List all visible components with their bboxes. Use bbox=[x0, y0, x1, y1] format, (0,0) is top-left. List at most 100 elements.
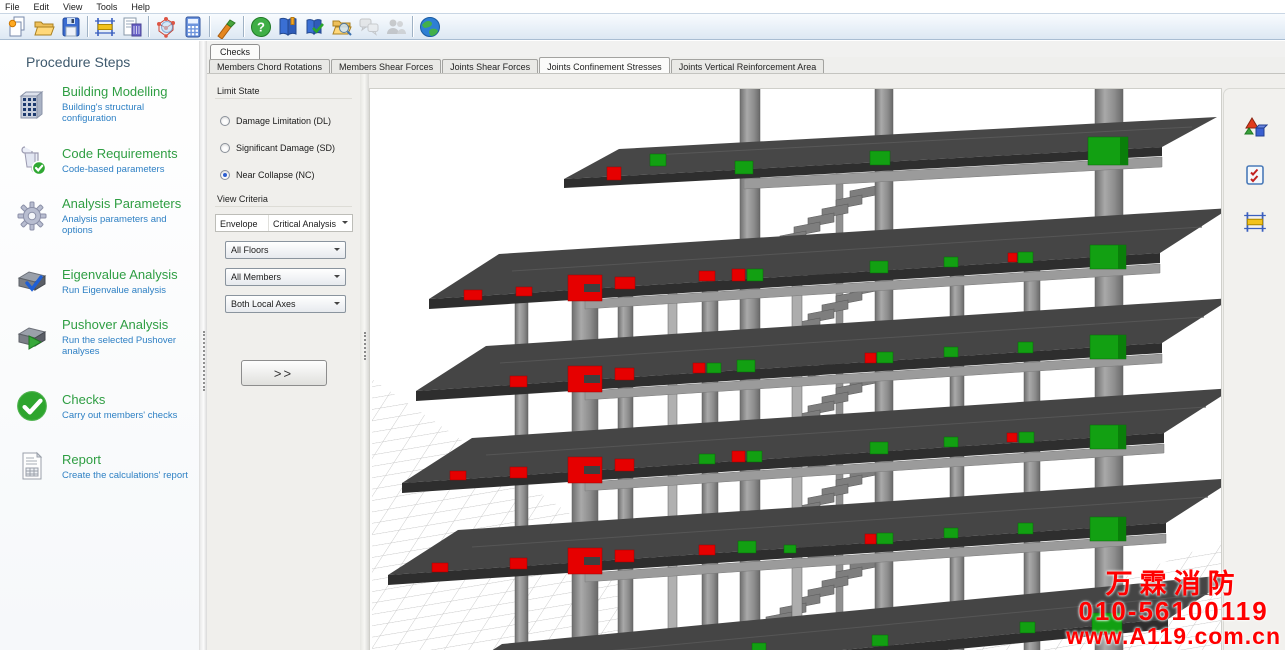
building-icon bbox=[13, 85, 51, 123]
sidebar-splitter[interactable] bbox=[199, 41, 207, 650]
tab-joints-shear-forces[interactable]: Joints Shear Forces bbox=[442, 59, 538, 73]
step-subtitle: Run Eigenvalue analysis bbox=[62, 285, 178, 296]
tab-joints-vertical-reinforcement-area[interactable]: Joints Vertical Reinforcement Area bbox=[671, 59, 825, 73]
step-subtitle: Code-based parameters bbox=[62, 164, 178, 175]
web-globe-icon[interactable] bbox=[416, 14, 443, 39]
sidebar-item-building-modelling[interactable]: Building Modelling Building's structural … bbox=[13, 84, 199, 124]
chevron-down-icon bbox=[334, 275, 340, 281]
local-axes-value: Both Local Axes bbox=[231, 299, 296, 309]
main-area: Checks Members Chord Rotations Members S… bbox=[207, 41, 1285, 650]
radio-damage-limitation[interactable]: Damage Limitation (DL) bbox=[220, 116, 360, 126]
toolbar-separator bbox=[412, 16, 413, 37]
local-axes-select[interactable]: Both Local Axes bbox=[225, 295, 346, 313]
limit-state-label: Limit State bbox=[217, 86, 360, 96]
checklist-icon[interactable] bbox=[1240, 160, 1270, 190]
chevron-down-icon bbox=[334, 302, 340, 308]
3d-model-view[interactable] bbox=[369, 88, 1222, 650]
floors-select[interactable]: All Floors bbox=[225, 241, 346, 259]
radio-dot bbox=[220, 170, 230, 180]
menu-help[interactable]: Help bbox=[131, 2, 150, 12]
radio-dot bbox=[220, 143, 230, 153]
menu-file[interactable]: File bbox=[5, 2, 20, 12]
step-title: Building Modelling bbox=[62, 84, 199, 99]
divider bbox=[215, 98, 352, 99]
step-subtitle: Analysis parameters and options bbox=[62, 214, 199, 236]
radio-significant-damage[interactable]: Significant Damage (SD) bbox=[220, 143, 360, 153]
step-title: Checks bbox=[62, 392, 177, 407]
checks-workarea: Limit State Damage Limitation (DL) Signi… bbox=[207, 74, 1285, 650]
open-project-icon[interactable] bbox=[30, 14, 57, 39]
envelope-select[interactable]: Critical Analysis bbox=[268, 215, 352, 231]
panel-splitter[interactable] bbox=[360, 74, 369, 650]
help-icon[interactable]: ? bbox=[247, 14, 274, 39]
sidebar-item-eigenvalue-analysis[interactable]: Eigenvalue Analysis Run Eigenvalue analys… bbox=[13, 262, 199, 300]
sidebar-item-report[interactable]: ReportCreate the calculations' report bbox=[13, 447, 199, 485]
3d-objects-icon[interactable] bbox=[1240, 113, 1270, 143]
feedback-chat-icon[interactable] bbox=[355, 14, 382, 39]
menu-tools[interactable]: Tools bbox=[96, 2, 117, 12]
step-title: Code Requirements bbox=[62, 146, 178, 161]
frame-section-icon[interactable] bbox=[91, 14, 118, 39]
report-page-icon bbox=[13, 447, 51, 485]
radio-label: Significant Damage (SD) bbox=[236, 143, 335, 153]
green-check-icon bbox=[13, 387, 51, 425]
procedure-steps-panel: Procedure Steps Building ModellingBuildi… bbox=[0, 41, 199, 650]
envelope-row: Envelope Critical Analysis bbox=[215, 214, 353, 232]
radio-near-collapse[interactable]: Near Collapse (NC) bbox=[220, 170, 360, 180]
model-nodes-icon[interactable] bbox=[152, 14, 179, 39]
step-title: Analysis Parameters bbox=[62, 196, 199, 211]
tab-members-chord-rotations[interactable]: Members Chord Rotations bbox=[209, 59, 330, 73]
toolbar-separator bbox=[148, 16, 149, 37]
gear-icon bbox=[13, 197, 51, 235]
scroll-check-icon bbox=[13, 141, 51, 179]
menu-edit[interactable]: Edit bbox=[34, 2, 50, 12]
manual-book-icon[interactable] bbox=[274, 14, 301, 39]
engine-check-icon bbox=[13, 262, 51, 300]
sidebar-item-pushover-analysis[interactable]: Pushover Analysis Run the selected Pushov… bbox=[13, 317, 199, 357]
report-document-icon[interactable] bbox=[118, 14, 145, 39]
radio-label: Near Collapse (NC) bbox=[236, 170, 315, 180]
view-criteria-label: View Criteria bbox=[217, 194, 360, 204]
step-subtitle: Run the selected Pushover analyses bbox=[62, 335, 199, 357]
step-subtitle: Carry out members' checks bbox=[62, 410, 177, 421]
tab-joints-confinement-stresses[interactable]: Joints Confinement Stresses bbox=[539, 57, 670, 73]
save-icon[interactable] bbox=[57, 14, 84, 39]
sidebar-item-code-requirements[interactable]: Code Requirements Code-based parameters bbox=[13, 141, 199, 179]
main-toolbar: ? bbox=[0, 13, 1285, 40]
frame-view-icon[interactable] bbox=[1240, 207, 1270, 237]
toolbar-separator bbox=[87, 16, 88, 37]
radio-dot bbox=[220, 116, 230, 126]
toolbar-separator bbox=[209, 16, 210, 37]
members-value: All Members bbox=[231, 272, 281, 282]
new-document-icon[interactable] bbox=[3, 14, 30, 39]
divider bbox=[215, 206, 352, 207]
sidebar-item-analysis-parameters[interactable]: Analysis Parameters Analysis parameters a… bbox=[13, 196, 199, 236]
menu-view[interactable]: View bbox=[63, 2, 82, 12]
svg-text:?: ? bbox=[257, 19, 265, 34]
format-brush-icon[interactable] bbox=[213, 14, 240, 39]
step-title: Pushover Analysis bbox=[62, 317, 199, 332]
apply-button[interactable]: >> bbox=[241, 360, 327, 386]
users-icon[interactable] bbox=[382, 14, 409, 39]
envelope-value: Critical Analysis bbox=[273, 219, 336, 231]
limit-state-panel: Limit State Damage Limitation (DL) Signi… bbox=[207, 74, 360, 650]
verified-book-icon[interactable] bbox=[301, 14, 328, 39]
calculator-icon[interactable] bbox=[179, 14, 206, 39]
chevron-down-icon bbox=[334, 248, 340, 254]
sidebar-title: Procedure Steps bbox=[26, 54, 199, 70]
engine-play-icon bbox=[13, 318, 51, 356]
step-subtitle: Building's structural configuration bbox=[62, 102, 199, 124]
document-tab-bar: Checks bbox=[207, 41, 1285, 57]
tab-members-shear-forces[interactable]: Members Shear Forces bbox=[331, 59, 441, 73]
tab-checks[interactable]: Checks bbox=[210, 44, 260, 59]
checks-sub-tab-bar: Members Chord Rotations Members Shear Fo… bbox=[207, 57, 1285, 74]
members-select[interactable]: All Members bbox=[225, 268, 346, 286]
view-toolbar bbox=[1223, 88, 1285, 650]
search-folder-icon[interactable] bbox=[328, 14, 355, 39]
menu-bar: File Edit View Tools Help bbox=[0, 0, 1285, 13]
radio-label: Damage Limitation (DL) bbox=[236, 116, 331, 126]
step-title: Report bbox=[62, 452, 188, 467]
sidebar-item-checks[interactable]: Checks Carry out members' checks bbox=[13, 387, 199, 425]
floors-value: All Floors bbox=[231, 245, 269, 255]
step-title: Eigenvalue Analysis bbox=[62, 267, 178, 282]
